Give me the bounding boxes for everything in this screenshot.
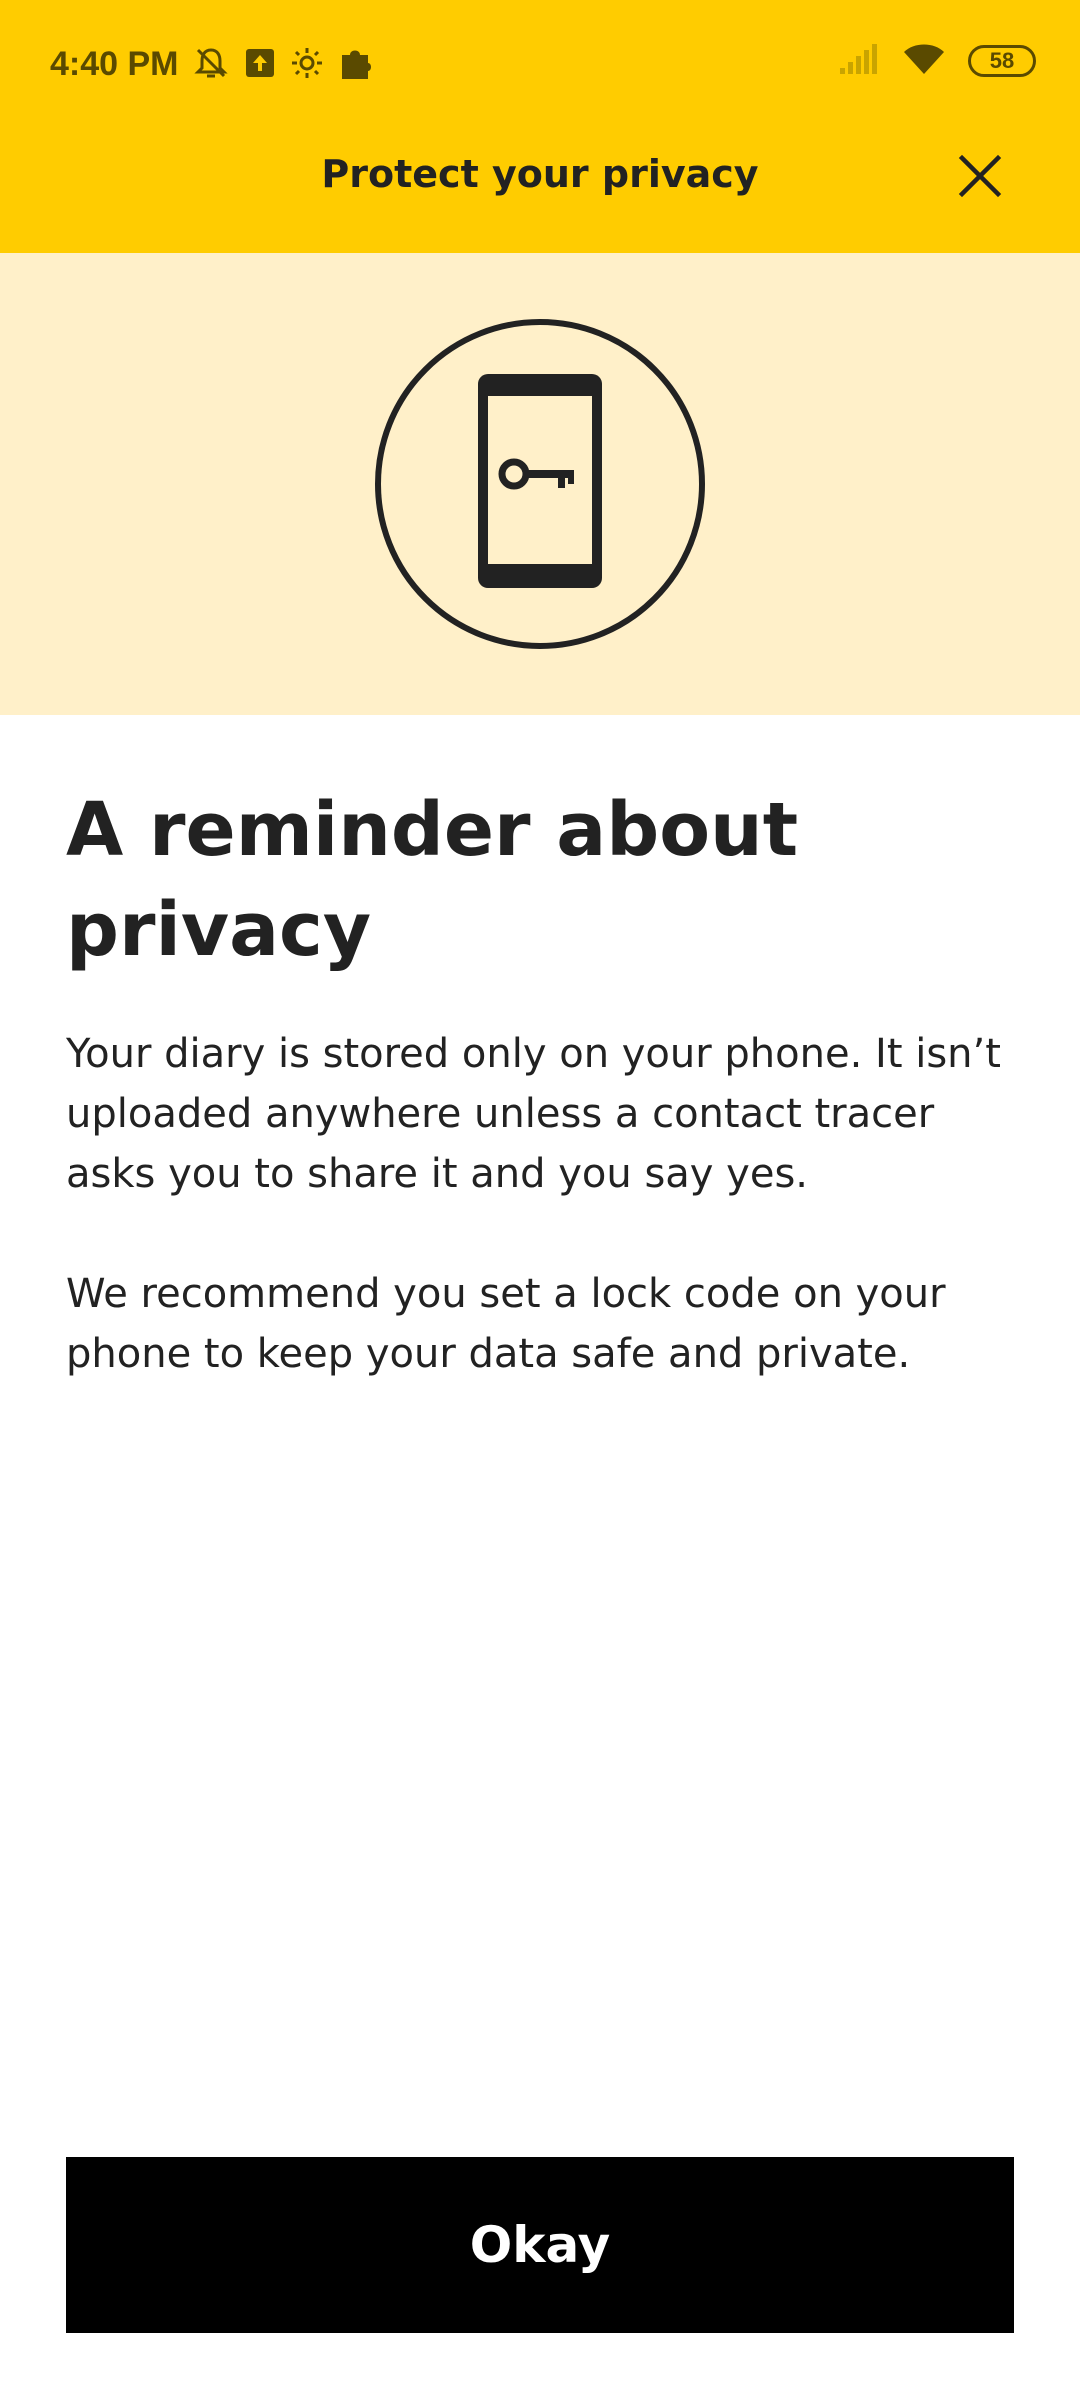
puzzle-icon — [338, 45, 372, 81]
brightness-icon — [290, 46, 324, 80]
status-icons-right: 58 — [838, 42, 1036, 80]
heading: A reminder about privacy — [66, 787, 799, 973]
privacy-paragraph-2: We recommend you set a lock code on your… — [66, 1271, 946, 1377]
notifications-off-icon — [192, 44, 230, 82]
battery-icon: 58 — [968, 45, 1036, 77]
status-time: 4:40 PM — [50, 45, 179, 83]
header: 4:40 PM 58 Protect your privacy — [0, 0, 1080, 253]
status-bar: 4:40 PM 58 — [0, 0, 1080, 126]
upload-icon — [244, 47, 276, 79]
phone-key-icon — [374, 318, 706, 654]
privacy-paragraph-1: Your diary is stored only on your phone.… — [66, 1031, 1001, 1197]
close-icon — [958, 154, 1002, 198]
close-button[interactable] — [950, 146, 1010, 206]
signal-icon — [838, 42, 880, 80]
okay-button[interactable]: Okay — [66, 2157, 1014, 2333]
status-icons-left — [192, 44, 372, 82]
wifi-icon — [902, 42, 946, 80]
page-title: Protect your privacy — [321, 152, 759, 196]
